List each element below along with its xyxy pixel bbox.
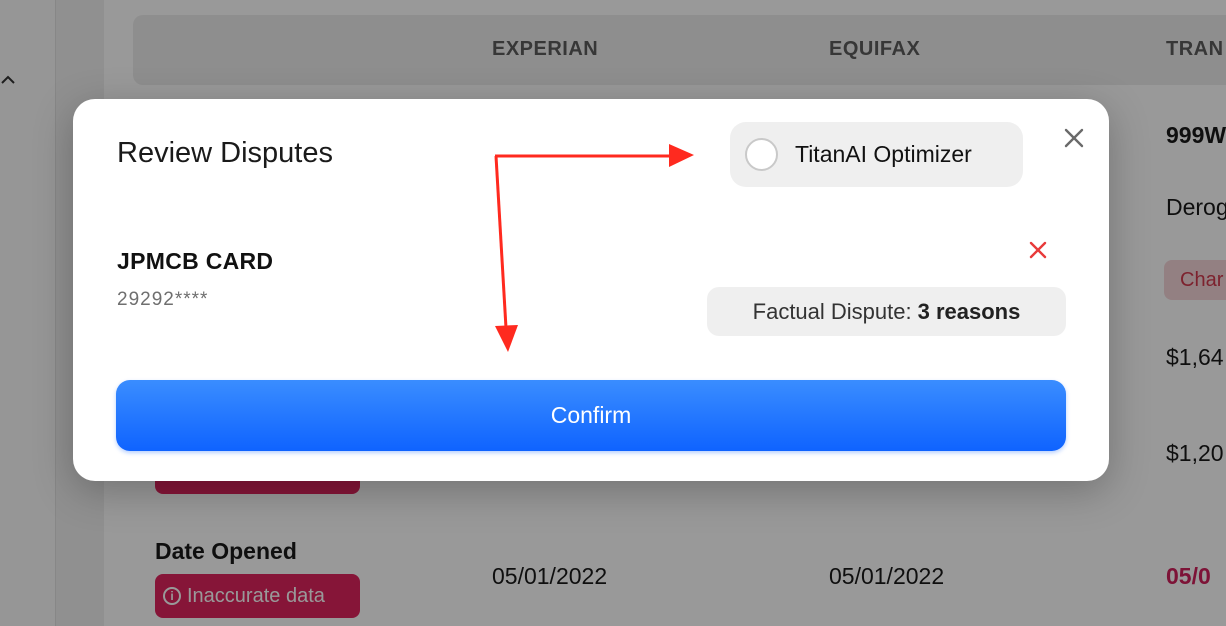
account-name: JPMCB CARD (117, 248, 274, 274)
titanai-optimizer-toggle[interactable]: TitanAI Optimizer (730, 122, 1023, 187)
optimizer-label: TitanAI Optimizer (795, 141, 972, 167)
dispute-count: 3 reasons (917, 298, 1021, 324)
account-number: 29292**** (117, 289, 209, 310)
confirm-button[interactable]: Confirm (116, 380, 1066, 451)
dispute-type: Factual Dispute: (752, 298, 912, 324)
remove-x-icon[interactable] (1027, 239, 1049, 261)
review-disputes-modal: Review Disputes TitanAI Optimizer JPMCB … (73, 99, 1109, 481)
close-icon[interactable] (1061, 125, 1087, 151)
optimizer-checkbox[interactable] (745, 138, 778, 171)
modal-title: Review Disputes (117, 137, 333, 169)
dispute-summary-chip[interactable]: Factual Dispute: 3 reasons (707, 287, 1066, 336)
